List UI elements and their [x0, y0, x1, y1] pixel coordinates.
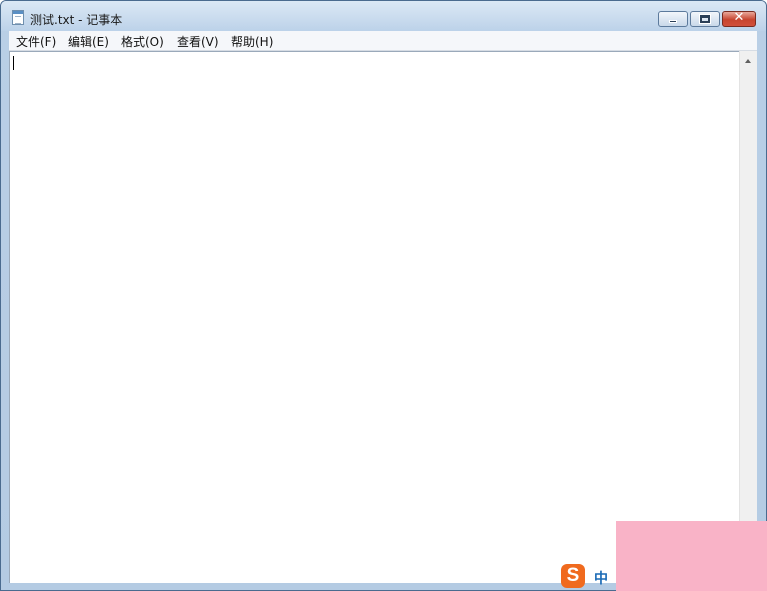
ime-status-bar[interactable]: S 中	[558, 562, 616, 590]
close-button[interactable]: ✕	[722, 10, 756, 27]
sogou-ime-icon[interactable]: S	[561, 564, 585, 588]
minimize-button[interactable]	[658, 11, 688, 27]
title-bar[interactable]: 测试.txt - 记事本 ✕	[1, 1, 766, 31]
arrow-up-icon[interactable]	[745, 59, 751, 63]
menu-help[interactable]: 帮助(H)	[229, 33, 275, 50]
ime-mode-indicator[interactable]: 中	[594, 568, 608, 588]
menu-view[interactable]: 查看(V)	[175, 33, 221, 50]
notepad-window: 测试.txt - 记事本 ✕ 文件(F) 编辑(E) 格式(O) 查看(V) 帮…	[0, 0, 767, 591]
close-icon: ✕	[733, 10, 745, 25]
maximize-button[interactable]	[690, 11, 720, 27]
notepad-icon[interactable]	[12, 10, 24, 25]
window-title: 测试.txt - 记事本	[30, 13, 123, 27]
menu-file[interactable]: 文件(F)	[14, 33, 58, 50]
menu-bar: 文件(F) 编辑(E) 格式(O) 查看(V) 帮助(H)	[9, 31, 757, 51]
text-editor[interactable]	[9, 51, 739, 583]
menu-edit[interactable]: 编辑(E)	[66, 33, 111, 50]
text-caret	[13, 56, 14, 70]
menu-format[interactable]: 格式(O)	[119, 33, 166, 50]
maximize-icon	[699, 14, 711, 24]
minimize-icon	[669, 20, 677, 23]
vertical-scrollbar[interactable]	[739, 51, 757, 583]
pink-overlay	[616, 521, 767, 591]
